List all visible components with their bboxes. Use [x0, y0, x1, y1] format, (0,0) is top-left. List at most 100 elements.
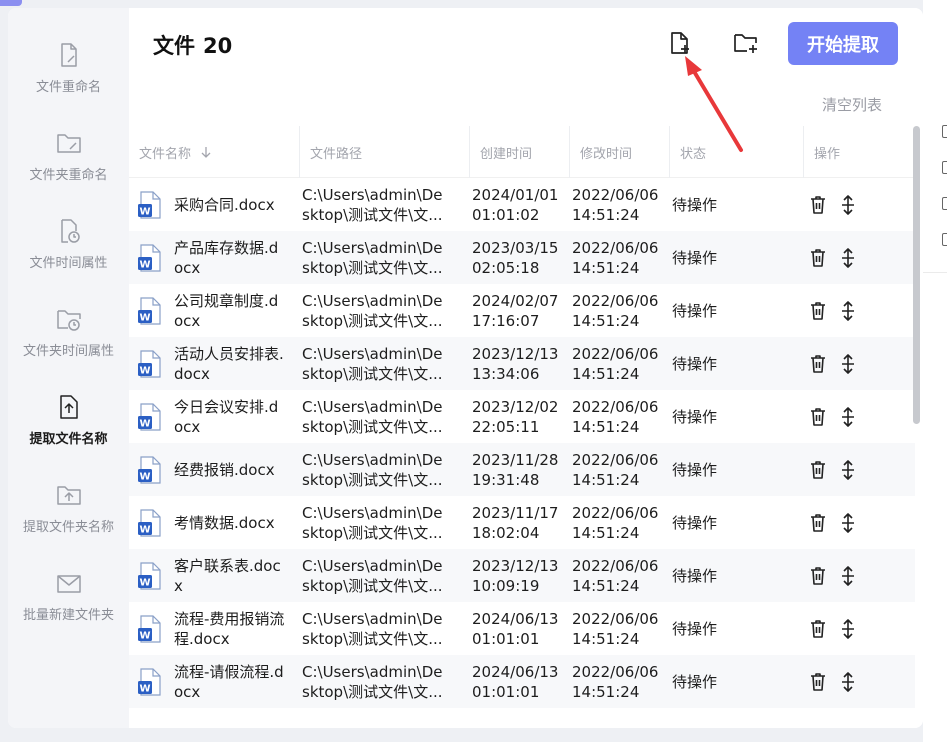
- col-filepath-header: 文件路径: [299, 126, 469, 178]
- clear-list-link[interactable]: 清空列表: [822, 94, 882, 115]
- option-checkbox[interactable]: [942, 197, 947, 210]
- trash-icon[interactable]: [809, 460, 827, 480]
- modified-cell: 2022/06/06 14:51:24: [572, 549, 664, 602]
- table-row[interactable]: W 采购合同.docx C:\Users\admin\Desktop\测试文件\文.…: [129, 178, 915, 231]
- filepath-cell: C:\Users\admin\Desktop\测试文件\文...: [302, 231, 448, 284]
- trash-icon[interactable]: [809, 619, 827, 639]
- sidebar-item-7[interactable]: 批量新建文件夹: [8, 568, 129, 623]
- status-text: 待操作: [672, 248, 718, 267]
- created-time: 2024/01/01 01:01:02: [472, 185, 559, 224]
- option-checkbox[interactable]: [942, 233, 947, 246]
- table-row[interactable]: W 公司规章制度.docx C:\Users\admin\Desktop\测试文件\…: [129, 284, 915, 337]
- word-doc-icon: W: [138, 190, 161, 219]
- created-cell: 2024/06/13 01:01:01: [472, 655, 564, 708]
- trash-icon[interactable]: [809, 513, 827, 533]
- filepath-cell: C:\Users\admin\Desktop\测试文件\文...: [302, 178, 448, 231]
- file-name: 活动人员安排表.docx: [174, 344, 284, 383]
- created-cell: 2023/12/02 22:05:11: [472, 390, 564, 443]
- sidebar-item-3[interactable]: 文件时间属性: [8, 216, 129, 271]
- sidebar-item-4[interactable]: 文件夹时间属性: [8, 304, 129, 359]
- status-cell: 待操作: [672, 602, 792, 655]
- word-doc-icon: W: [138, 296, 161, 325]
- sidebar-item-6[interactable]: 提取文件夹名称: [8, 480, 129, 535]
- table-row[interactable]: W 经费报销.docx C:\Users\admin\Desktop\测试文件\文.…: [129, 443, 915, 496]
- modified-time: 2022/06/06 14:51:24: [572, 450, 659, 489]
- drag-handle-icon[interactable]: [839, 618, 857, 640]
- drag-handle-icon[interactable]: [839, 459, 857, 481]
- column-label: 文件路径: [310, 146, 363, 162]
- drag-handle-icon[interactable]: [839, 300, 857, 322]
- table-row[interactable]: W 产品库存数据.docx C:\Users\admin\Desktop\测试文件\…: [129, 231, 915, 284]
- modified-time: 2022/06/06 14:51:24: [572, 185, 659, 224]
- file-path: C:\Users\admin\Desktop\测试文件\文...: [302, 238, 443, 277]
- drag-handle-icon[interactable]: [839, 671, 857, 693]
- trash-icon[interactable]: [809, 195, 827, 215]
- created-cell: 2024/02/07 17:16:07: [472, 284, 564, 337]
- modified-cell: 2022/06/06 14:51:24: [572, 496, 664, 549]
- created-time: 2023/12/13 13:34:06: [472, 344, 559, 383]
- file-name: 客户联系表.docx: [174, 556, 281, 595]
- trash-icon[interactable]: [809, 248, 827, 268]
- sidebar-item-5[interactable]: 提取文件名称: [8, 392, 129, 447]
- file-edit-icon: [60, 43, 77, 67]
- table-row[interactable]: W 流程-请假流程.docx C:\Users\admin\Desktop\测试文件…: [129, 655, 915, 708]
- table-row[interactable]: W 客户联系表.docx C:\Users\admin\Desktop\测试文件\文…: [129, 549, 915, 602]
- drag-handle-icon[interactable]: [839, 565, 857, 587]
- actions-cell: [809, 178, 909, 231]
- file-path: C:\Users\admin\Desktop\测试文件\文...: [302, 662, 443, 701]
- drag-handle-icon[interactable]: [839, 194, 857, 216]
- actions-cell: [809, 496, 909, 549]
- svg-text:W: W: [139, 312, 150, 323]
- created-cell: 2024/01/01 01:01:02: [472, 178, 564, 231]
- sidebar-item-label: 提取文件名称: [29, 432, 108, 447]
- start-extract-button[interactable]: 开始提取: [788, 22, 898, 65]
- add-file-icon: [671, 32, 689, 54]
- file-path: C:\Users\admin\Desktop\测试文件\文...: [302, 450, 443, 489]
- table-row[interactable]: W 流程-费用报销流程.docx C:\Users\admin\Desktop\测试…: [129, 602, 915, 655]
- drag-handle-icon[interactable]: [839, 353, 857, 375]
- drag-handle-icon[interactable]: [839, 406, 857, 428]
- word-doc-icon: W: [138, 667, 161, 696]
- trash-icon[interactable]: [809, 407, 827, 427]
- option-checkbox[interactable]: [942, 125, 947, 138]
- drag-handle-icon[interactable]: [839, 512, 857, 534]
- col-filename-header[interactable]: 文件名称: [129, 126, 299, 178]
- actions-cell: [809, 655, 909, 708]
- trash-icon[interactable]: [809, 566, 827, 586]
- drag-handle-icon[interactable]: [839, 247, 857, 269]
- filepath-cell: C:\Users\admin\Desktop\测试文件\文...: [302, 390, 448, 443]
- created-time: 2024/02/07 17:16:07: [472, 291, 559, 330]
- created-cell: 2024/06/13 01:01:01: [472, 602, 564, 655]
- table-row[interactable]: W 今日会议安排.docx C:\Users\admin\Desktop\测试文件\…: [129, 390, 915, 443]
- table-body: W 采购合同.docx C:\Users\admin\Desktop\测试文件\文.…: [129, 178, 915, 708]
- status-cell: 待操作: [672, 337, 792, 390]
- svg-text:W: W: [139, 259, 150, 270]
- trash-icon[interactable]: [809, 672, 827, 692]
- sort-down-icon: [201, 147, 211, 158]
- file-path: C:\Users\admin\Desktop\测试文件\文...: [302, 556, 443, 595]
- table-row[interactable]: W 考情数据.docx C:\Users\admin\Desktop\测试文件\文.…: [129, 496, 915, 549]
- trash-icon[interactable]: [809, 301, 827, 321]
- modified-cell: 2022/06/06 14:51:24: [572, 284, 664, 337]
- option-checkbox[interactable]: [942, 161, 947, 174]
- table-scrollbar[interactable]: [913, 126, 920, 424]
- modified-time: 2022/06/06 14:51:24: [572, 344, 659, 383]
- sidebar-item-1[interactable]: 文件重命名: [8, 40, 129, 95]
- actions-cell: [809, 602, 909, 655]
- trash-icon[interactable]: [809, 354, 827, 374]
- add-folder-button[interactable]: [731, 28, 761, 58]
- sidebar-item-2[interactable]: 文件夹重命名: [8, 128, 129, 183]
- col-created-header: 创建时间: [469, 126, 569, 178]
- file-path: C:\Users\admin\Desktop\测试文件\文...: [302, 344, 443, 383]
- right-settings-panel: [923, 0, 947, 742]
- status-text: 待操作: [672, 619, 718, 638]
- file-path: C:\Users\admin\Desktop\测试文件\文...: [302, 609, 443, 648]
- folder-clock-icon: [56, 310, 81, 331]
- actions-cell: [809, 549, 909, 602]
- add-file-button[interactable]: [665, 28, 695, 58]
- window-corner-accent: [0, 0, 22, 6]
- filename-cell: W 产品库存数据.docx: [138, 231, 298, 284]
- created-time: 2024/06/13 01:01:01: [472, 609, 559, 648]
- column-label: 状态: [680, 146, 707, 162]
- table-row[interactable]: W 活动人员安排表.docx C:\Users\admin\Desktop\测试文件…: [129, 337, 915, 390]
